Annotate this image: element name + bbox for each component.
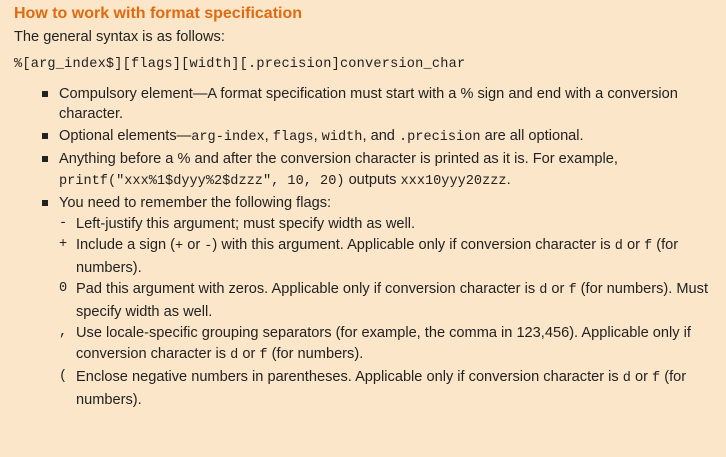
flag-text: Pad this argument with zeros. Applicable…	[76, 281, 540, 297]
bullet-optional: Optional elements—arg-index, flags, widt…	[42, 126, 712, 149]
code-f: f	[259, 347, 268, 363]
bullet-compulsory: Compulsory element—A format specificatio…	[42, 84, 712, 125]
code-flags: flags	[272, 129, 314, 145]
separator: , and	[362, 127, 399, 144]
code-printf-example: printf("xxx%1$dyyy%2$dzzz", 10, 20)	[59, 173, 345, 189]
code-arg-index: arg-index	[191, 129, 265, 145]
bullet-text: are all optional.	[480, 127, 584, 144]
bullet-text: You need to remember the following flags…	[59, 195, 332, 211]
bullet-list: Compulsory element—A format specificatio…	[14, 84, 712, 411]
flag-text: Use locale-specific grouping separators …	[76, 325, 691, 362]
flag-symbol: (	[59, 369, 68, 384]
bullet-text: Anything before a % and after the conver…	[59, 151, 618, 167]
code-width: width	[321, 129, 363, 145]
flag-text: Enclose negative numbers in parentheses.…	[76, 369, 623, 385]
flag-text: or	[238, 345, 260, 362]
flag-text: or	[630, 369, 653, 385]
intro-text: The general syntax is as follows:	[14, 28, 225, 45]
separator: ,	[264, 127, 273, 144]
bullet-text: .	[506, 171, 511, 188]
format-spec-box: How to work with format specification Th…	[0, 0, 726, 457]
bullet-text: Compulsory element—A format specificatio…	[59, 85, 678, 123]
square-bullet-icon	[42, 90, 48, 97]
flags-list: - Left-justify this argument; must speci…	[59, 214, 712, 411]
flag-symbol: -	[59, 215, 68, 231]
flag-text: or	[547, 281, 569, 297]
flag-text: ) with this argument. Applicable only if…	[212, 237, 615, 253]
flag-item-paren: ( Enclose negative numbers in parenthese…	[59, 367, 712, 410]
flag-item-zero: 0 Pad this argument with zeros. Applicab…	[59, 279, 712, 322]
bullet-text: outputs	[344, 171, 401, 188]
code-plus: +	[174, 239, 184, 254]
code-d: d	[614, 239, 623, 254]
code-precision: .precision	[398, 129, 481, 145]
square-bullet-icon	[42, 132, 48, 139]
flag-symbol: 0	[59, 281, 68, 296]
flag-text: or	[183, 237, 205, 253]
flag-symbol: ,	[59, 325, 68, 340]
flag-item-plus: + Include a sign (+ or -) with this argu…	[59, 235, 712, 278]
flag-item-minus: - Left-justify this argument; must speci…	[59, 214, 712, 235]
syntax-line: %[arg_index$][flags][width][.precision]c…	[14, 57, 466, 72]
bullet-flags: You need to remember the following flags…	[42, 193, 712, 410]
flag-text: or	[622, 237, 645, 253]
flag-text: (for numbers).	[267, 345, 364, 362]
separator: ,	[313, 127, 322, 144]
square-bullet-icon	[42, 200, 48, 206]
code-d: d	[622, 371, 631, 386]
flag-text: Left-justify this argument; must specify…	[76, 215, 416, 232]
code-output-example: xxx10yyy20zzz	[400, 173, 507, 189]
code-f: f	[568, 283, 577, 298]
bullet-printed-as-is: Anything before a % and after the conver…	[42, 149, 712, 192]
flag-item-comma: , Use locale-specific grouping separator…	[59, 323, 712, 366]
square-bullet-icon	[42, 156, 48, 162]
code-f: f	[652, 371, 661, 386]
bullet-text: Optional elements—	[59, 127, 192, 144]
code-f: f	[644, 239, 653, 254]
box-title: How to work with format specification	[14, 5, 303, 22]
flag-symbol: +	[59, 237, 68, 252]
flag-text: Include a sign (	[76, 237, 175, 253]
